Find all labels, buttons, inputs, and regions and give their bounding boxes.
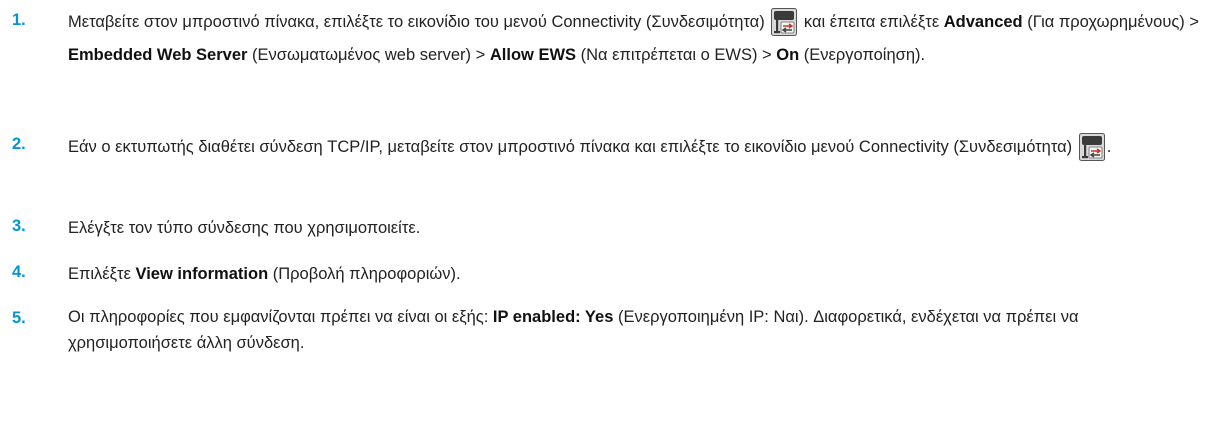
menu-option-on: On (776, 46, 800, 64)
step-text-part: . (1106, 138, 1112, 156)
connectivity-menu-icon (1078, 133, 1105, 161)
step-number: 2. (12, 135, 26, 153)
menu-option-allow-ews: Allow EWS (489, 46, 577, 64)
step-text: Εάν ο εκτυπωτής διαθέτει σύνδεση TCP/IP,… (68, 130, 1203, 164)
step-text-part: (Ενεργοποίηση). (799, 46, 926, 64)
connectivity-menu-icon (771, 8, 798, 36)
step-number: 1. (12, 11, 26, 29)
menu-option-advanced: Advanced (943, 13, 1023, 31)
step-number: 3. (12, 217, 26, 235)
step-text: Ελέγξτε τον τύπο σύνδεσης που χρησιμοποι… (68, 212, 1203, 245)
step-text-part: Εάν ο εκτυπωτής διαθέτει σύνδεση TCP/IP,… (68, 138, 1077, 156)
step-number: 5. (12, 309, 26, 327)
step-text-part: Οι πληροφορίες που εμφανίζονται πρέπει ν… (68, 308, 493, 326)
step-number: 4. (12, 263, 26, 281)
step-text-part: Ελέγξτε τον τύπο σύνδεσης που χρησιμοποι… (68, 219, 421, 237)
step-text-part: Επιλέξτε (68, 265, 136, 283)
step-text-part: (Ενσωματωμένος web server) > (247, 46, 490, 64)
menu-option-embedded-web-server: Embedded Web Server (68, 46, 248, 64)
step-text-part: και έπειτα επιλέξτε (799, 13, 944, 31)
step-text-part: (Για προχωρημένους) > (1022, 13, 1200, 31)
step-text-part: (Να επιτρέπεται ο EWS) > (576, 46, 777, 64)
step-text-part: Μεταβείτε στον μπροστινό πίνακα, επιλέξτ… (68, 13, 770, 31)
step-text: Επιλέξτε View information (Προβολή πληρο… (68, 258, 1203, 291)
status-ip-enabled: IP enabled: Yes (492, 308, 614, 326)
menu-option-view-information: View information (135, 265, 269, 283)
step-text: Μεταβείτε στον μπροστινό πίνακα, επιλέξτ… (68, 6, 1203, 72)
step-text-part: (Προβολή πληροφοριών). (268, 265, 461, 283)
step-text: Οι πληροφορίες που εμφανίζονται πρέπει ν… (68, 304, 1203, 356)
